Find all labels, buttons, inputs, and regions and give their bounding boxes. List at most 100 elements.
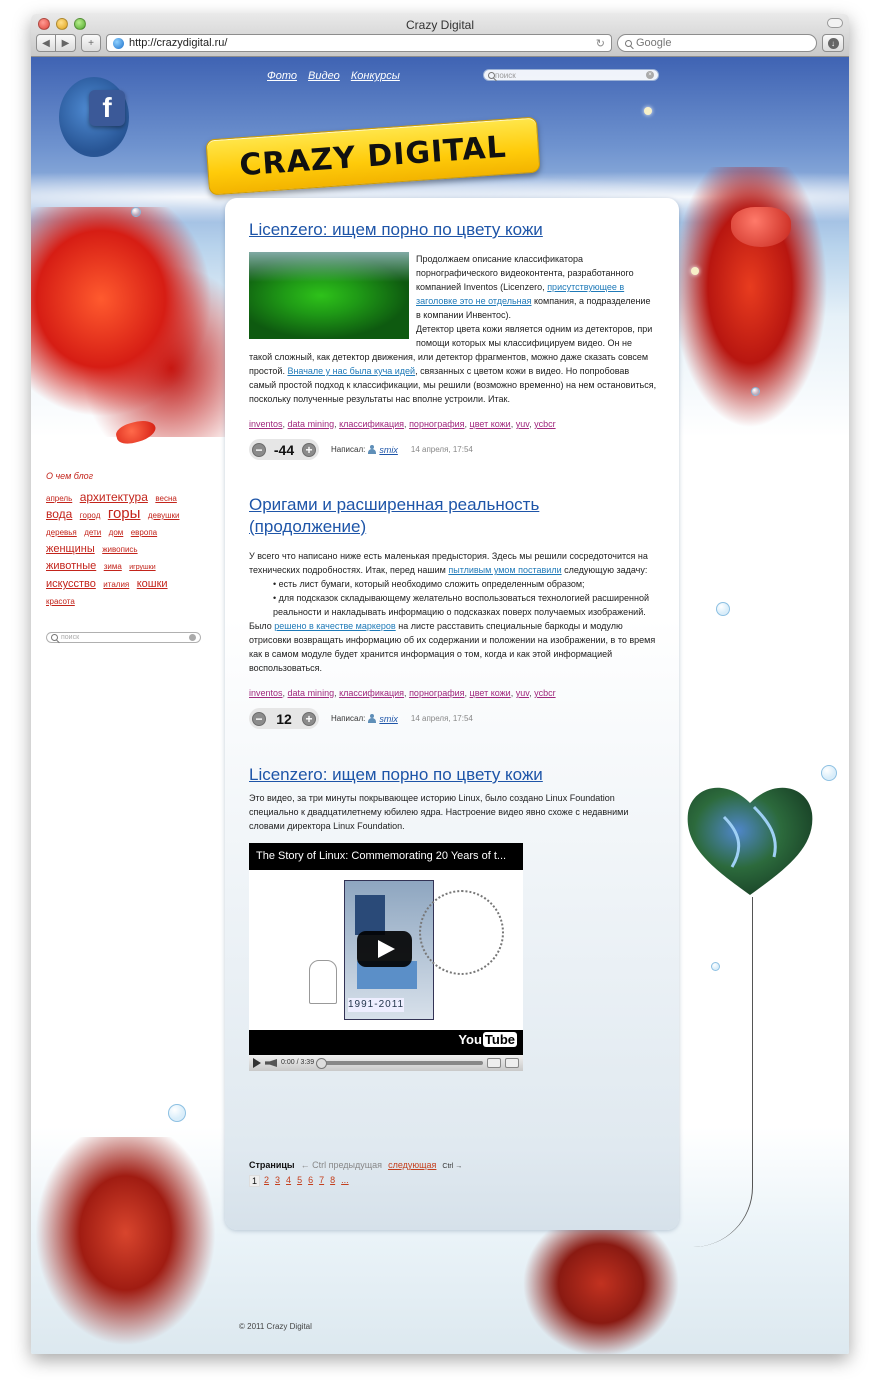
tag-cloud-link[interactable]: живопись: [102, 545, 137, 554]
add-bookmark-button[interactable]: +: [81, 34, 101, 52]
tag-link[interactable]: порнография: [409, 419, 464, 429]
tag-cloud-link[interactable]: апрель: [46, 494, 72, 503]
vote-down-button[interactable]: −: [252, 442, 266, 457]
sidebar-search-input[interactable]: поиск: [46, 632, 201, 643]
post-bullet-list: есть лист бумаги, который необходимо сло…: [249, 577, 657, 619]
penguin-circle-artwork: [419, 890, 504, 975]
clear-search-icon[interactable]: ×: [646, 71, 654, 79]
sidebar: О чем блог апрель архитектура весна вода…: [46, 471, 201, 643]
vote-up-button[interactable]: +: [301, 442, 316, 457]
page-number-link[interactable]: 7: [317, 1175, 326, 1187]
tag-cloud-link[interactable]: европа: [131, 528, 157, 537]
post-body: У всего что написано ниже есть маленькая…: [249, 549, 657, 577]
tag-link[interactable]: классификация: [339, 688, 404, 698]
tag-cloud-link[interactable]: красота: [46, 597, 75, 606]
tag-link[interactable]: цвет кожи: [470, 419, 511, 429]
tag-cloud-link[interactable]: искусство: [46, 578, 96, 590]
history-buttons: ◀ ▶: [36, 34, 76, 52]
search-icon: [625, 39, 632, 47]
browser-search-field[interactable]: Google: [617, 34, 817, 52]
quality-button[interactable]: [487, 1058, 501, 1068]
youtube-logo-you: You: [458, 1032, 482, 1047]
post-inline-link[interactable]: пытливым умом поставили: [448, 565, 561, 575]
blog-post: Licenzero: ищем порно по цвету кожи Это …: [249, 764, 657, 1071]
tag-cloud-link[interactable]: деревья: [46, 528, 77, 537]
page-number-link[interactable]: 5: [295, 1175, 304, 1187]
tag-cloud-link[interactable]: животные: [46, 560, 96, 572]
tag-cloud-link[interactable]: девушки: [148, 511, 180, 520]
video-title[interactable]: The Story of Linux: Commemorating 20 Yea…: [256, 849, 518, 863]
user-icon: [368, 445, 377, 454]
vote-up-button[interactable]: +: [301, 711, 316, 726]
tag-cloud-link[interactable]: горы: [108, 505, 141, 522]
tag-link[interactable]: порнография: [409, 688, 464, 698]
page-numbers: 1 2 3 4 5 6 7 8 ...: [249, 1175, 462, 1187]
blog-post: Licenzero: ищем порно по цвету кожи Прод…: [249, 219, 657, 460]
tag-link[interactable]: yuv: [516, 419, 529, 429]
tag-link[interactable]: ycbcr: [534, 688, 556, 698]
tag-cloud-link[interactable]: зима: [104, 562, 122, 571]
address-bar[interactable]: http://crazydigital.ru/ ↻: [106, 34, 612, 52]
tag-cloud-link[interactable]: кошки: [137, 578, 168, 590]
back-button[interactable]: ◀: [36, 34, 56, 52]
next-page-hotkey: Ctrl →: [442, 1163, 463, 1170]
vote-down-button[interactable]: −: [252, 711, 266, 726]
page-number-link[interactable]: 3: [273, 1175, 282, 1187]
tag-link[interactable]: data mining: [288, 688, 335, 698]
clear-search-icon[interactable]: [189, 634, 196, 641]
post-thumbnail[interactable]: [249, 252, 409, 339]
author-link[interactable]: smix: [379, 443, 398, 457]
forward-button[interactable]: ▶: [56, 34, 76, 52]
tag-link[interactable]: ycbcr: [534, 419, 556, 429]
video-seek-bar[interactable]: [316, 1058, 483, 1069]
video-frame[interactable]: 1991-2011: [249, 870, 523, 1030]
page-more-link[interactable]: ...: [339, 1175, 351, 1187]
youtube-logo[interactable]: You Tube: [458, 1032, 517, 1047]
play-icon[interactable]: [357, 931, 412, 967]
tag-cloud-link[interactable]: дом: [109, 528, 124, 537]
post-body: Это видео, за три минуты покрывающее ист…: [249, 793, 629, 831]
post-body: Было решено в качестве маркеров на листе…: [249, 619, 657, 675]
url-text: http://crazydigital.ru/: [129, 37, 228, 49]
tag-link[interactable]: цвет кожи: [470, 688, 511, 698]
author-link[interactable]: smix: [379, 712, 398, 726]
facebook-icon[interactable]: f: [89, 90, 125, 126]
tag-link[interactable]: inventos: [249, 688, 283, 698]
post-inline-link[interactable]: Вначале у нас была куча идей: [287, 366, 415, 376]
post-title-link[interactable]: Оригами и расширенная реальность (продол…: [249, 494, 657, 538]
post-inline-link[interactable]: решено в качестве маркеров: [274, 621, 395, 631]
tag-cloud-link[interactable]: игрушки: [129, 564, 155, 571]
page-number-link[interactable]: 4: [284, 1175, 293, 1187]
tag-link[interactable]: data mining: [288, 419, 335, 429]
page-number-link[interactable]: 8: [328, 1175, 337, 1187]
page-number-link[interactable]: 6: [306, 1175, 315, 1187]
tag-cloud-link[interactable]: город: [80, 511, 101, 520]
pagination-label: Страницы: [249, 1160, 295, 1170]
tag-cloud-link[interactable]: архитектура: [80, 490, 148, 504]
tag-cloud-link[interactable]: женщины: [46, 543, 95, 555]
post-title-link[interactable]: Licenzero: ищем порно по цвету кожи: [249, 764, 657, 786]
reload-icon[interactable]: ↻: [596, 37, 605, 50]
downloads-button[interactable]: ↓: [822, 34, 844, 52]
tag-cloud-link[interactable]: италия: [103, 580, 129, 589]
fullscreen-button[interactable]: [505, 1058, 519, 1068]
nav-link-photo[interactable]: Фото: [267, 70, 297, 82]
tag-link[interactable]: классификация: [339, 419, 404, 429]
tag-link[interactable]: inventos: [249, 419, 283, 429]
tag-link[interactable]: yuv: [516, 688, 529, 698]
volume-icon[interactable]: [265, 1059, 277, 1067]
window-title: Crazy Digital: [405, 18, 474, 32]
site-search-input[interactable]: поиск ×: [483, 69, 659, 81]
post-date: 14 апреля, 17:54: [410, 444, 473, 454]
toolbar-toggle-button[interactable]: [827, 18, 843, 28]
tag-cloud-link[interactable]: вода: [46, 507, 72, 521]
tag-cloud-link[interactable]: дети: [84, 528, 101, 537]
nav-link-video[interactable]: Видео: [308, 70, 340, 82]
page-number-link[interactable]: 2: [262, 1175, 271, 1187]
video-player[interactable]: The Story of Linux: Commemorating 20 Yea…: [249, 843, 523, 1071]
next-page-link[interactable]: следующая: [388, 1160, 436, 1170]
play-control-icon[interactable]: [253, 1058, 261, 1068]
tag-cloud-link[interactable]: весна: [155, 494, 176, 503]
post-title-link[interactable]: Licenzero: ищем порно по цвету кожи: [249, 219, 657, 241]
nav-link-contests[interactable]: Конкурсы: [351, 70, 400, 82]
